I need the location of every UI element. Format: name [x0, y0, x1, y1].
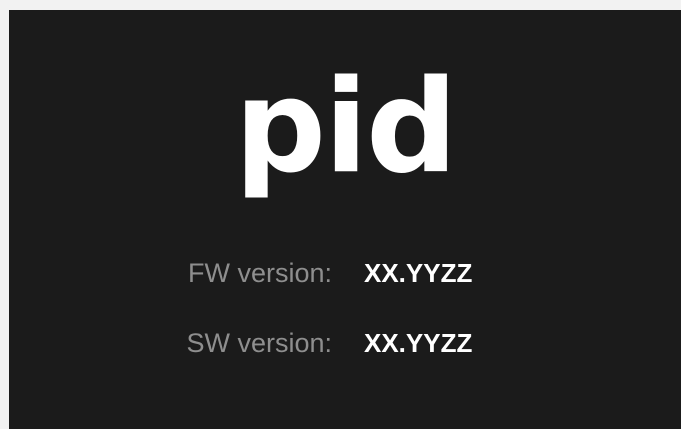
sw-version-row: SW version: XX.YYZZ [9, 323, 681, 363]
pid-logo: pid [234, 53, 457, 202]
sw-version-value: XX.YYZZ [364, 328, 473, 358]
about-panel: pid FW version: XX.YYZZ SW version: XX.Y… [9, 10, 681, 429]
fw-version-label: FW version: [187, 258, 332, 288]
fw-version-row: FW version: XX.YYZZ [9, 253, 681, 293]
fw-version-value: XX.YYZZ [364, 258, 473, 288]
sw-version-label: SW version: [186, 328, 332, 358]
